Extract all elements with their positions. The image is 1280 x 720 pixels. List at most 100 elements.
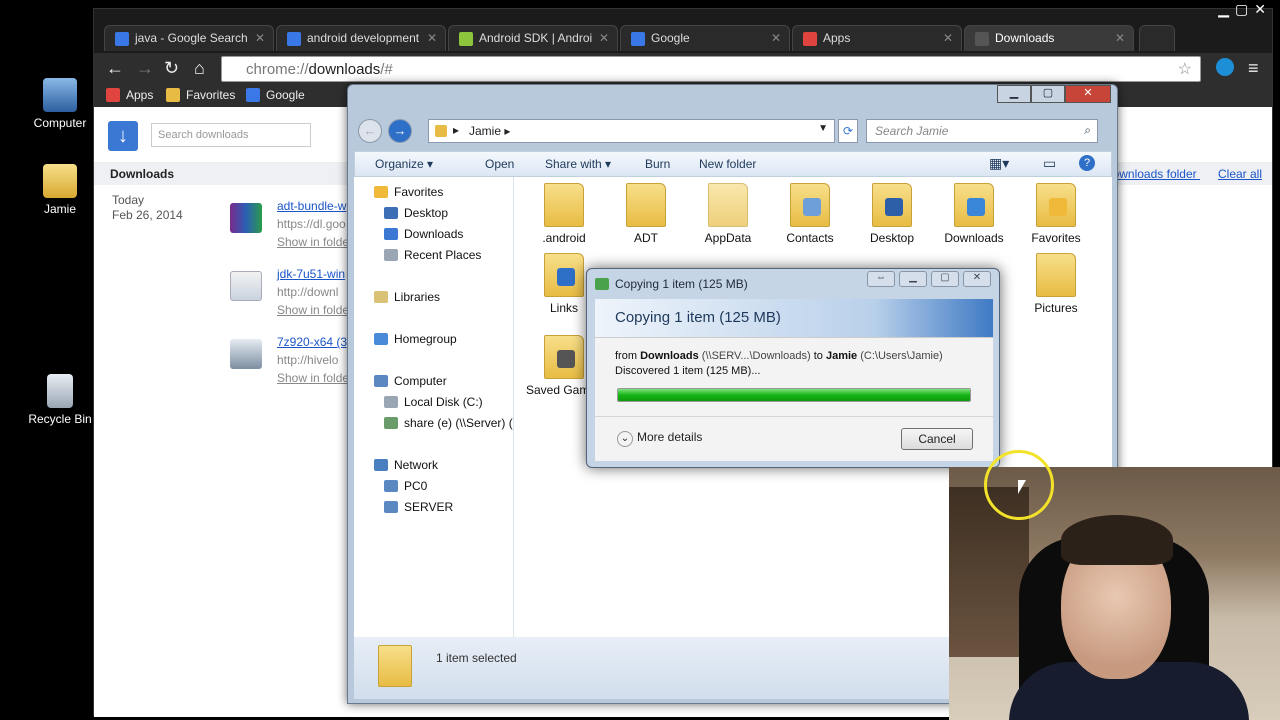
nav-desktop[interactable]: Desktop (384, 206, 448, 220)
download-file-link[interactable]: 7z920-x64 (3) (277, 335, 350, 349)
search-placeholder: Search Jamie (875, 124, 949, 138)
tab-apps[interactable]: Apps ✕ (792, 25, 962, 51)
dialog-heading: Copying 1 item (125 MB) (615, 309, 781, 326)
burn-button[interactable]: Burn (645, 157, 670, 171)
breadcrumb-jamie[interactable]: Jamie (469, 124, 501, 138)
menu-icon[interactable]: ≡ (1248, 58, 1259, 79)
folder-icon (626, 183, 666, 227)
share-with-button[interactable]: Share with ▾ (545, 157, 611, 171)
nav-homegroup[interactable]: Homegroup (374, 332, 457, 346)
folder-pictures[interactable]: Pictures (1016, 253, 1096, 315)
maximize-button[interactable]: ▢ (931, 271, 959, 287)
close-icon[interactable]: ✕ (599, 31, 609, 45)
maximize-button[interactable]: ▢ (1031, 85, 1065, 103)
dialog-header: Copying 1 item (125 MB) (595, 299, 993, 337)
folder-appdata[interactable]: AppData (688, 183, 768, 245)
close-icon[interactable]: ✕ (427, 31, 437, 45)
reload-icon[interactable]: ↻ (164, 58, 179, 79)
folder-downloads[interactable]: Downloads (934, 183, 1014, 245)
show-in-folder-link[interactable]: Show in folde (277, 235, 349, 249)
folder-contacts[interactable]: Contacts (770, 183, 850, 245)
restore-button[interactable]: ⇔ (867, 271, 895, 287)
window-controls: ▁ ▢ ✕ (1218, 1, 1266, 18)
close-button[interactable]: ✕ (1065, 85, 1111, 103)
progress-fill (618, 389, 970, 401)
close-icon[interactable]: ✕ (1115, 31, 1125, 45)
to-label: to (813, 350, 823, 362)
download-item: jdk-7u51-win http://downl Show in folde (230, 267, 350, 323)
organize-button[interactable]: Organize ▾ (375, 157, 433, 171)
back-icon[interactable]: ← (106, 58, 124, 79)
extension-icon[interactable] (1216, 58, 1234, 76)
forward-button[interactable]: → (388, 119, 412, 143)
folder-favorites[interactable]: Favorites (1016, 183, 1096, 245)
contacts-folder-icon (790, 183, 830, 227)
nav-favorites[interactable]: Favorites (374, 185, 443, 199)
show-in-folder-link[interactable]: Show in folde (277, 303, 349, 317)
close-icon[interactable]: ✕ (1254, 1, 1266, 18)
forward-icon[interactable]: → (136, 58, 154, 79)
clear-all-link[interactable]: Clear all (1218, 167, 1262, 181)
bookmark-apps[interactable]: Apps (106, 88, 153, 102)
copy-progress-dialog: Copying 1 item (125 MB) ⇔ ▁ ▢ ✕ Copying … (586, 268, 1000, 468)
nav-label: Homegroup (394, 332, 457, 346)
bookmark-favorites[interactable]: Favorites (166, 88, 235, 102)
maximize-icon[interactable]: ▢ (1235, 1, 1248, 18)
explorer-search-input[interactable]: Search Jamie ⌕ (866, 119, 1098, 143)
apps-icon (106, 88, 120, 102)
home-icon[interactable]: ⌂ (194, 58, 205, 79)
close-icon[interactable]: ✕ (771, 31, 781, 45)
desktop-icon-computer[interactable]: Computer (20, 78, 100, 130)
nav-local-disk[interactable]: Local Disk (C:) (384, 395, 483, 409)
back-button[interactable]: ← (358, 119, 382, 143)
view-options-icon[interactable]: ▦▾ (989, 155, 1009, 172)
bookmark-google[interactable]: Google (246, 88, 305, 102)
minimize-icon[interactable]: ▁ (1218, 1, 1229, 18)
folder-desktop[interactable]: Desktop (852, 183, 932, 245)
preview-pane-icon[interactable]: ▭ (1043, 155, 1056, 172)
nav-computer[interactable]: Computer (374, 374, 447, 388)
folder-android[interactable]: .android (524, 183, 604, 245)
minimize-button[interactable]: ▁ (997, 85, 1031, 103)
refresh-button[interactable]: ⟳ (838, 119, 858, 143)
tab-label: android development (307, 31, 420, 45)
folder-adt[interactable]: ADT (606, 183, 686, 245)
nav-network[interactable]: Network (374, 458, 438, 472)
tab-java-search[interactable]: java - Google Search ✕ (104, 25, 274, 51)
installer-icon (230, 339, 262, 369)
nav-recent-places[interactable]: Recent Places (384, 248, 481, 262)
nav-network-share[interactable]: share (e) (\\Server) ( (384, 416, 513, 430)
desktop-icon-jamie[interactable]: Jamie (20, 164, 100, 216)
tab-google[interactable]: Google ✕ (620, 25, 790, 51)
star-icon[interactable]: ☆ (1178, 59, 1192, 79)
download-file-link[interactable]: adt-bundle-w (277, 199, 346, 213)
nav-downloads[interactable]: Downloads (384, 227, 463, 241)
nav-server[interactable]: SERVER (384, 500, 453, 514)
nav-pc0[interactable]: PC0 (384, 479, 427, 493)
downloads-folder-icon (954, 183, 994, 227)
more-details-toggle[interactable]: ⌄ More details (617, 430, 702, 447)
nav-libraries[interactable]: Libraries (374, 290, 440, 304)
nav-label: Computer (394, 374, 447, 388)
cancel-button[interactable]: Cancel (901, 428, 973, 450)
new-tab-button[interactable] (1139, 25, 1175, 51)
help-icon[interactable]: ? (1079, 155, 1095, 171)
show-in-folder-link[interactable]: Show in folde (277, 371, 349, 385)
close-icon[interactable]: ✕ (943, 31, 953, 45)
explorer-address-bar[interactable]: ▸ Jamie ▸ ▼ (428, 119, 835, 143)
open-button[interactable]: Open (485, 157, 514, 171)
chevron-down-icon[interactable]: ▼ (818, 123, 828, 134)
downloads-search-input[interactable]: Search downloads (151, 123, 311, 147)
address-bar[interactable]: chrome://downloads/# ☆ (221, 56, 1201, 82)
tab-android-sdk[interactable]: Android SDK | Androi ✕ (448, 25, 618, 51)
close-button[interactable]: ✕ (963, 271, 991, 287)
android-icon (459, 32, 473, 46)
selection-status: 1 item selected (436, 651, 517, 665)
tab-downloads[interactable]: Downloads ✕ (964, 25, 1134, 51)
download-file-link[interactable]: jdk-7u51-win (277, 267, 345, 281)
tab-label: Google (651, 31, 690, 45)
tab-android-development[interactable]: android development ✕ (276, 25, 446, 51)
minimize-button[interactable]: ▁ (899, 271, 927, 287)
close-icon[interactable]: ✕ (255, 31, 265, 45)
new-folder-button[interactable]: New folder (699, 157, 756, 171)
